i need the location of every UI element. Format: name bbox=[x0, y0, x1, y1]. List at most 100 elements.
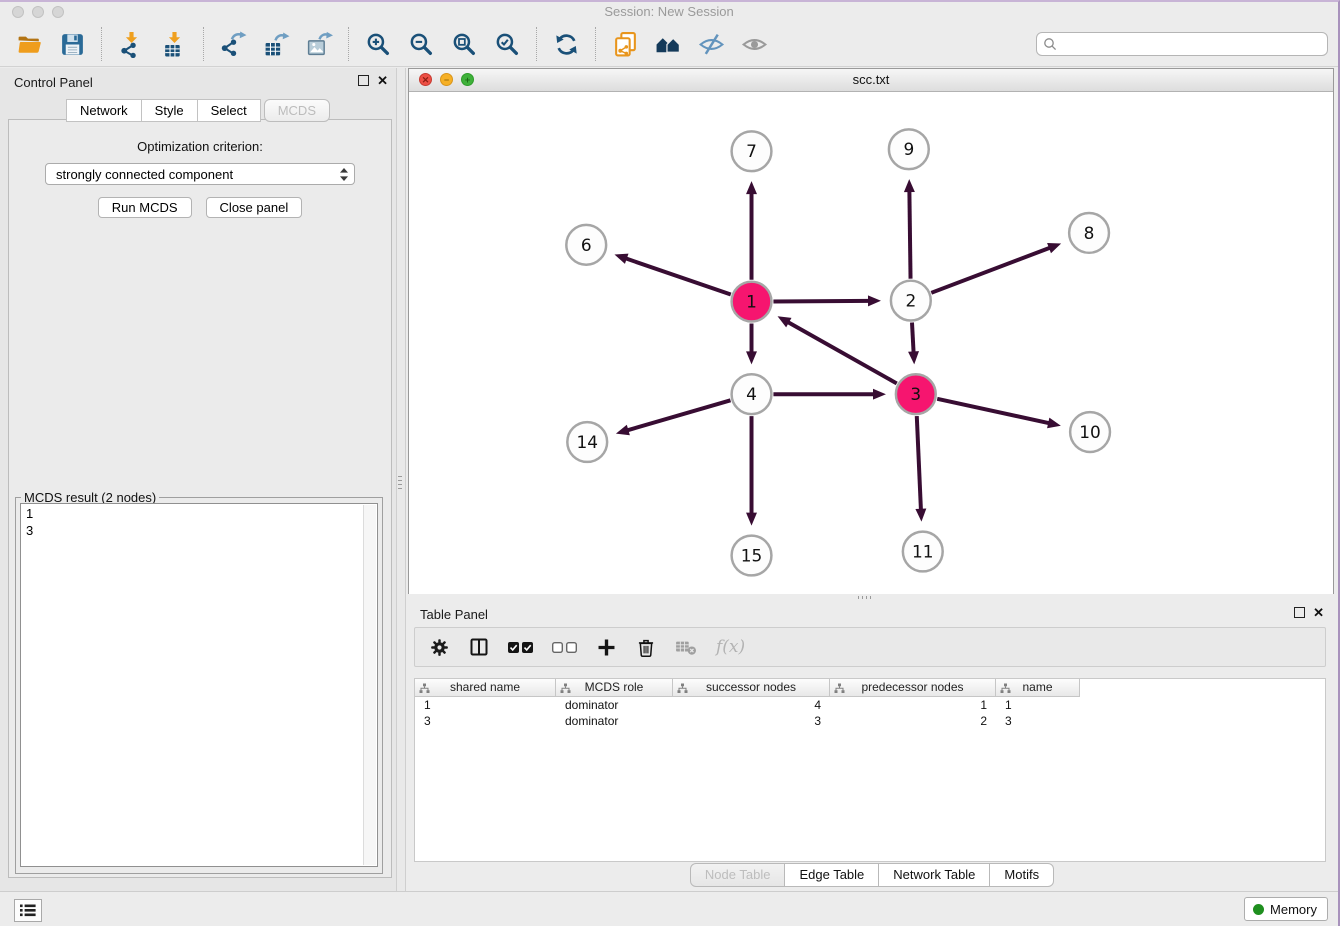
toolbar-separator bbox=[595, 27, 597, 61]
destroy-table-icon bbox=[675, 638, 697, 656]
control-panel: Control Panel ✕ NetworkStyleSelectMCDS O… bbox=[0, 68, 396, 892]
split-panel-icon[interactable] bbox=[469, 637, 489, 657]
import-table-icon[interactable] bbox=[161, 31, 188, 58]
hide-selected-icon[interactable] bbox=[698, 31, 725, 58]
edge-3-11[interactable] bbox=[917, 416, 921, 510]
result-scrollbar[interactable] bbox=[363, 505, 376, 865]
edge-4-14[interactable] bbox=[627, 400, 730, 430]
edge-2-3[interactable] bbox=[912, 322, 914, 352]
tab-node-table[interactable]: Node Table bbox=[690, 863, 786, 887]
search-icon bbox=[1043, 37, 1057, 51]
zoom-window-button[interactable] bbox=[52, 6, 64, 18]
export-network-icon[interactable] bbox=[220, 31, 247, 58]
network-canvas[interactable]: 7968124314101511 bbox=[409, 92, 1333, 596]
select-all-icon[interactable] bbox=[508, 642, 533, 653]
table-cell: 3 bbox=[996, 713, 1080, 729]
toolbar-separator bbox=[203, 27, 205, 61]
save-session-icon[interactable] bbox=[59, 31, 86, 58]
edge-3-1[interactable] bbox=[788, 322, 897, 383]
close-panel-button[interactable]: Close panel bbox=[206, 197, 303, 218]
search-box[interactable] bbox=[1036, 32, 1328, 56]
function-builder-icon: f(x) bbox=[716, 637, 745, 657]
control-panel-tabs: NetworkStyleSelectMCDS bbox=[0, 99, 396, 122]
edge-arrow-3-10 bbox=[1047, 418, 1061, 429]
open-session-icon[interactable] bbox=[16, 31, 43, 58]
apply-layout-icon[interactable] bbox=[553, 31, 580, 58]
criterion-dropdown[interactable]: strongly connected component bbox=[45, 163, 355, 185]
criterion-value: strongly connected component bbox=[56, 167, 233, 182]
zoom-out-icon[interactable] bbox=[408, 31, 435, 58]
column-header-successor-nodes[interactable]: successor nodes bbox=[673, 679, 830, 697]
minimize-window-button[interactable] bbox=[32, 6, 44, 18]
float-panel-icon[interactable] bbox=[358, 75, 369, 86]
memory-label: Memory bbox=[1270, 902, 1317, 917]
tab-edge-table[interactable]: Edge Table bbox=[785, 863, 879, 887]
edge-arrow-2-8 bbox=[1047, 243, 1061, 253]
column-header-shared-name[interactable]: shared name bbox=[415, 679, 556, 697]
zoom-selected-icon[interactable] bbox=[494, 31, 521, 58]
node-label-9: 9 bbox=[903, 139, 914, 159]
vertical-splitter[interactable] bbox=[396, 68, 406, 892]
close-panel-icon[interactable]: ✕ bbox=[1313, 607, 1324, 618]
column-header-name[interactable]: name bbox=[996, 679, 1080, 697]
delete-column-icon[interactable] bbox=[636, 637, 656, 658]
table-cell: 3 bbox=[415, 713, 556, 729]
edge-arrow-4-14 bbox=[616, 425, 630, 436]
edge-arrow-1-6 bbox=[614, 254, 628, 264]
node-label-2: 2 bbox=[905, 291, 916, 311]
zoom-fit-icon[interactable] bbox=[451, 31, 478, 58]
add-column-icon[interactable] bbox=[596, 637, 617, 658]
export-image-icon[interactable] bbox=[306, 31, 333, 58]
edge-1-2[interactable] bbox=[773, 301, 869, 302]
first-neighbors-icon[interactable] bbox=[655, 31, 682, 58]
column-header-mcds-role[interactable]: MCDS role bbox=[556, 679, 673, 697]
task-history-button[interactable] bbox=[14, 899, 42, 922]
main-toolbar bbox=[0, 22, 1338, 67]
frame-maximize-icon[interactable]: + bbox=[461, 73, 474, 86]
table-row[interactable]: 3dominator323 bbox=[415, 713, 1325, 729]
tab-network[interactable]: Network bbox=[66, 99, 142, 122]
clone-network-icon[interactable] bbox=[612, 31, 639, 58]
show-all-icon[interactable] bbox=[741, 31, 768, 58]
frame-close-icon[interactable]: ✕ bbox=[419, 73, 432, 86]
export-table-icon[interactable] bbox=[263, 31, 290, 58]
run-mcds-button[interactable]: Run MCDS bbox=[98, 197, 192, 218]
column-tree-icon bbox=[419, 682, 430, 699]
edge-3-10[interactable] bbox=[937, 399, 1049, 423]
memory-button[interactable]: Memory bbox=[1244, 897, 1328, 921]
toolbar-separator bbox=[536, 27, 538, 61]
table-cell: 2 bbox=[830, 713, 996, 729]
network-frame-titlebar[interactable]: ✕ − + scc.txt bbox=[409, 69, 1333, 92]
tab-network-table[interactable]: Network Table bbox=[879, 863, 990, 887]
node-label-7: 7 bbox=[746, 141, 757, 161]
node-table[interactable]: shared nameMCDS rolesuccessor nodesprede… bbox=[414, 678, 1326, 862]
splitter-grip[interactable] bbox=[858, 596, 872, 599]
search-input[interactable] bbox=[1057, 36, 1327, 53]
edge-2-8[interactable] bbox=[931, 248, 1050, 293]
deselect-all-icon[interactable] bbox=[552, 642, 577, 653]
table-panel-title: Table Panel bbox=[420, 607, 488, 622]
close-window-button[interactable] bbox=[12, 6, 24, 18]
tab-select[interactable]: Select bbox=[198, 99, 261, 122]
node-label-4: 4 bbox=[746, 384, 757, 404]
dropdown-chevrons-icon bbox=[339, 167, 349, 182]
zoom-in-icon[interactable] bbox=[365, 31, 392, 58]
mcds-result-line: 3 bbox=[26, 522, 372, 539]
mcds-result-list[interactable]: 13 bbox=[20, 503, 378, 867]
column-header-predecessor-nodes[interactable]: predecessor nodes bbox=[830, 679, 996, 697]
edge-1-6[interactable] bbox=[626, 258, 731, 294]
table-toolbar: f(x) bbox=[414, 627, 1326, 667]
splitter-grip[interactable] bbox=[398, 476, 402, 490]
mcds-result-lines: 13 bbox=[26, 505, 372, 539]
tab-motifs[interactable]: Motifs bbox=[990, 863, 1054, 887]
close-panel-icon[interactable]: ✕ bbox=[377, 75, 388, 86]
memory-status-icon bbox=[1253, 904, 1264, 915]
table-settings-icon[interactable] bbox=[429, 637, 450, 658]
table-row[interactable]: 1dominator411 bbox=[415, 697, 1325, 713]
tab-style[interactable]: Style bbox=[142, 99, 198, 122]
float-panel-icon[interactable] bbox=[1294, 607, 1305, 618]
frame-minimize-icon[interactable]: − bbox=[440, 73, 453, 86]
edge-2-9[interactable] bbox=[909, 191, 910, 279]
tab-mcds[interactable]: MCDS bbox=[264, 99, 330, 122]
import-network-icon[interactable] bbox=[118, 31, 145, 58]
